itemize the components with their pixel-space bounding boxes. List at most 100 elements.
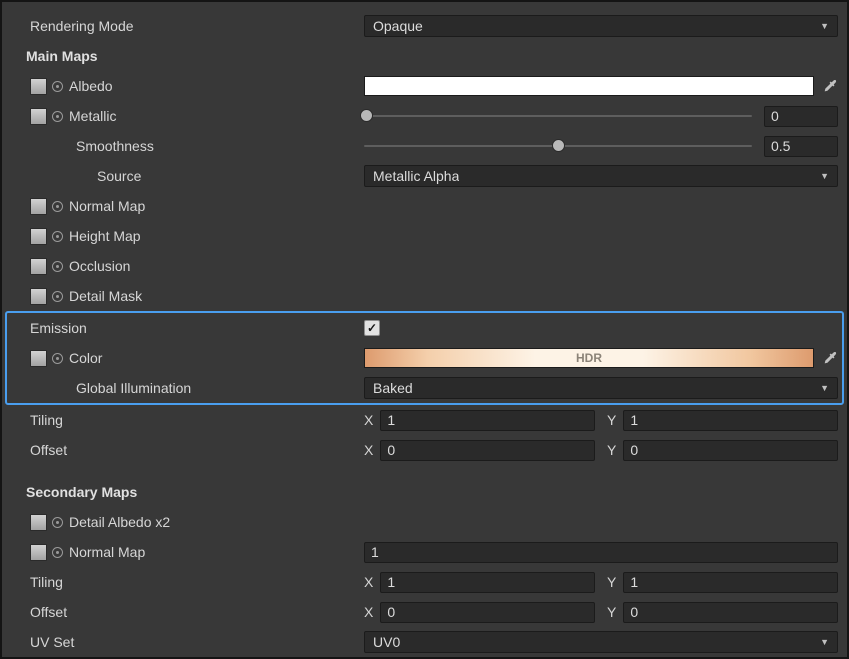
chevron-down-icon: ▼ [820,383,829,393]
detail-albedo-row: Detail Albedo x2 [2,507,847,537]
height-map-texture-slot[interactable] [30,228,47,245]
main-offset-row: Offset X Y [2,435,847,465]
offset-label: Offset [30,442,67,458]
metallic-label: Metallic [69,108,116,124]
normal-map-label: Normal Map [69,198,145,214]
y-axis-label: Y [607,412,616,428]
emission-color-label: Color [69,350,102,366]
offset-label: Offset [30,604,67,620]
object-picker-icon[interactable] [52,261,63,272]
secondary-offset-x-input[interactable] [380,602,595,623]
normal-map-row: Normal Map [2,191,847,221]
object-picker-icon[interactable] [52,111,63,122]
height-map-label: Height Map [69,228,141,244]
occlusion-row: Occlusion [2,251,847,281]
albedo-texture-slot[interactable] [30,78,47,95]
secondary-tiling-row: Tiling X Y [2,567,847,597]
secondary-normal-map-scale-input[interactable] [364,542,838,563]
smoothness-value-input[interactable] [764,136,838,157]
secondary-normal-map-row: Normal Map [2,537,847,567]
secondary-offset-y-input[interactable] [623,602,838,623]
secondary-tiling-x-input[interactable] [380,572,595,593]
smoothness-slider[interactable] [364,135,752,157]
tiling-y-input[interactable] [623,410,838,431]
x-axis-label: X [364,604,373,620]
object-picker-icon[interactable] [52,291,63,302]
secondary-normal-map-label: Normal Map [69,544,145,560]
main-maps-header-row: Main Maps [2,41,847,71]
detail-albedo-label: Detail Albedo x2 [69,514,170,530]
main-tiling-row: Tiling X Y [2,405,847,435]
slider-handle[interactable] [552,139,565,152]
slider-track[interactable] [364,115,752,117]
global-illumination-row: Global Illumination Baked ▼ [7,373,842,403]
secondary-maps-header: Secondary Maps [26,484,137,500]
offset-x-input[interactable] [380,440,595,461]
height-map-row: Height Map [2,221,847,251]
chevron-down-icon: ▼ [820,637,829,647]
detail-mask-label: Detail Mask [69,288,142,304]
y-axis-label: Y [607,574,616,590]
albedo-row: Albedo [2,71,847,101]
x-axis-label: X [364,412,373,428]
chevron-down-icon: ▼ [820,21,829,31]
smoothness-label: Smoothness [76,138,154,154]
smoothness-row: Smoothness [2,131,847,161]
detail-albedo-texture-slot[interactable] [30,514,47,531]
uv-set-row: UV Set UV0 ▼ [2,627,847,657]
global-illumination-dropdown[interactable]: Baked ▼ [364,377,838,399]
y-axis-label: Y [607,442,616,458]
object-picker-icon[interactable] [52,81,63,92]
x-axis-label: X [364,574,373,590]
eyedropper-icon[interactable] [822,350,838,366]
occlusion-texture-slot[interactable] [30,258,47,275]
occlusion-label: Occlusion [69,258,130,274]
rendering-mode-dropdown[interactable]: Opaque ▼ [364,15,838,37]
metallic-value-input[interactable] [764,106,838,127]
emission-highlight-box: Emission ✓ Color HDR [5,311,844,405]
emission-row: Emission ✓ [7,313,842,343]
material-inspector: Rendering Mode Opaque ▼ Main Maps Albedo [0,0,849,659]
chevron-down-icon: ▼ [820,171,829,181]
object-picker-icon[interactable] [52,231,63,242]
secondary-normal-map-texture-slot[interactable] [30,544,47,561]
object-picker-icon[interactable] [52,517,63,528]
uv-set-value: UV0 [373,634,400,650]
secondary-offset-row: Offset X Y [2,597,847,627]
object-picker-icon[interactable] [52,201,63,212]
source-value: Metallic Alpha [373,168,459,184]
emission-label: Emission [30,320,87,336]
x-axis-label: X [364,442,373,458]
albedo-color-swatch[interactable] [364,76,814,96]
y-axis-label: Y [607,604,616,620]
secondary-tiling-y-input[interactable] [623,572,838,593]
eyedropper-icon[interactable] [822,78,838,94]
source-label: Source [97,168,141,184]
source-dropdown[interactable]: Metallic Alpha ▼ [364,165,838,187]
emission-hdr-color-swatch[interactable]: HDR [364,348,814,368]
detail-mask-row: Detail Mask [2,281,847,311]
tiling-label: Tiling [30,574,63,590]
object-picker-icon[interactable] [52,353,63,364]
object-picker-icon[interactable] [52,547,63,558]
emission-color-row: Color HDR [7,343,842,373]
emission-texture-slot[interactable] [30,350,47,367]
uv-set-dropdown[interactable]: UV0 ▼ [364,631,838,653]
metallic-row: Metallic [2,101,847,131]
tiling-label: Tiling [30,412,63,428]
metallic-texture-slot[interactable] [30,108,47,125]
rendering-mode-row: Rendering Mode Opaque ▼ [2,11,847,41]
detail-mask-texture-slot[interactable] [30,288,47,305]
rendering-mode-label: Rendering Mode [30,18,134,34]
rendering-mode-value: Opaque [373,18,423,34]
slider-handle[interactable] [360,109,373,122]
main-maps-header: Main Maps [26,48,98,64]
global-illumination-label: Global Illumination [76,380,191,396]
hdr-badge: HDR [576,351,602,365]
normal-map-texture-slot[interactable] [30,198,47,215]
emission-checkbox[interactable]: ✓ [364,320,380,336]
metallic-slider[interactable] [364,105,752,127]
tiling-x-input[interactable] [380,410,595,431]
global-illumination-value: Baked [373,380,413,396]
offset-y-input[interactable] [623,440,838,461]
